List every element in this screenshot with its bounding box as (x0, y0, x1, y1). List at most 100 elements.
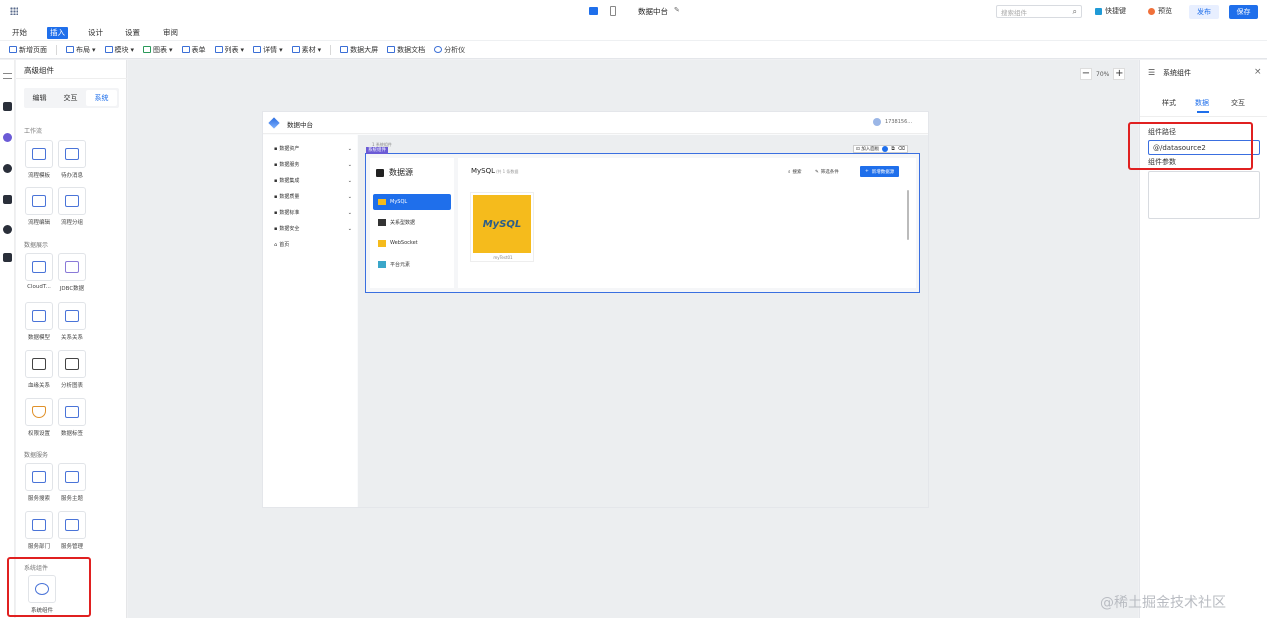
menu-item-review[interactable]: 审阅 (160, 27, 181, 39)
keyboard-icon (1095, 7, 1102, 15)
datasource-card[interactable]: MySQL myTest01 (470, 192, 534, 262)
data-icon[interactable] (3, 195, 12, 204)
component-flow-edit[interactable]: 流程编辑 (24, 187, 54, 226)
component-relation[interactable]: 关系关系 (57, 302, 87, 341)
tab-data[interactable]: 数据 (1195, 98, 1209, 108)
page-preview[interactable]: 数据中台 1738156... ▪ 数据资产 ⌄ ▪ 数据服务 ⌄ ▪ 数据集成 ⌄ ▪ 数据… (262, 111, 929, 508)
menu-item-insert[interactable]: 插入 (47, 27, 68, 39)
preview-header: 数据中台 1738156... (263, 112, 928, 134)
zoom-out-button[interactable]: − (1080, 68, 1092, 80)
component-params-textarea[interactable] (1148, 171, 1260, 219)
toolbar-form[interactable]: 表单 (181, 45, 206, 55)
chart-icon[interactable] (3, 164, 12, 173)
desktop-view-icon[interactable] (589, 7, 598, 15)
new-button-label: 新增数据源 (871, 169, 895, 175)
delete-icon[interactable]: ⌫ (898, 146, 905, 152)
mobile-view-icon[interactable] (610, 6, 616, 16)
nav-item[interactable]: ▪ 数据资产 ⌄ (274, 145, 352, 153)
panel-type-icon: ☰ (1148, 68, 1156, 77)
component-service-dept[interactable]: 服务部门 (24, 511, 54, 550)
component-service-theme[interactable]: 服务主题 (57, 463, 87, 502)
component-flow-group[interactable]: 流程分组 (57, 187, 87, 226)
source-item-websocket[interactable]: WebSocket (373, 236, 451, 250)
collapse-menu-icon[interactable] (3, 73, 12, 79)
close-icon[interactable]: × (1254, 67, 1262, 77)
source-item-mysql[interactable]: MySQL (373, 194, 451, 210)
websocket-icon (378, 239, 386, 247)
material-icon (291, 46, 300, 53)
edit-title-icon[interactable]: ✎ (674, 6, 680, 14)
component-permission[interactable]: 权限设置 (24, 398, 54, 437)
menu-item-settings[interactable]: 设置 (122, 27, 143, 39)
main-count: /共 1 条数据 (496, 169, 519, 174)
preview-button[interactable]: 预览 (1148, 6, 1172, 16)
new-datasource-button[interactable]: + 新增数据源 (860, 166, 900, 177)
nav-item[interactable]: ▪ 数据集成 ⌄ (274, 177, 352, 185)
component-data-model[interactable]: 数据模型 (24, 302, 54, 341)
component-label: CloudT... (27, 284, 51, 290)
menu-item-start[interactable]: 开始 (9, 27, 30, 39)
module-icon[interactable] (3, 133, 12, 142)
apps-grid-icon[interactable] (10, 7, 18, 15)
toolbar-module[interactable]: 模块 ▾ (104, 45, 134, 55)
nav-item[interactable]: ▪ 数据服务 ⌄ (274, 161, 352, 169)
chevron-down-icon: ⌄ (347, 145, 352, 152)
folder-icon: ▪ (274, 193, 278, 200)
toolbar-big-screen[interactable]: 数据大屏 (340, 45, 378, 55)
publish-button[interactable]: 发布 (1189, 5, 1219, 19)
toolbar-detail[interactable]: 详情 ▾ (253, 45, 283, 55)
toolbar-analyzer[interactable]: 分析仪 (434, 45, 465, 55)
move-icon[interactable]: ⊡ 加入面板 (856, 146, 879, 152)
nav-item[interactable]: ▪ 数据安全 ⌄ (274, 225, 352, 233)
search-input[interactable]: 搜索组件 ⌕ (996, 5, 1082, 18)
search-button[interactable]: ⌕ 搜索 (788, 169, 802, 175)
toolbar-divider (330, 44, 332, 55)
component-data-tag[interactable]: 数据标签 (57, 398, 87, 437)
chevron-down-icon: ▾ (240, 45, 245, 54)
tab-system[interactable]: 系统 (86, 90, 117, 106)
nav-item[interactable]: ▪ 数据质量 ⌄ (274, 193, 352, 201)
analyzer-icon (434, 46, 443, 53)
selected-system-component[interactable]: 系统组件 1 系统组件 ⊡ 加入面板 ⧉ ⌫ 数据源 MySQL 关系型数据 W… (365, 142, 920, 293)
save-button[interactable]: 保存 (1229, 5, 1258, 19)
source-item-platform[interactable]: 平台元素 (373, 257, 451, 271)
tab-interaction[interactable]: 交互 (1231, 98, 1245, 108)
user-avatar[interactable] (873, 118, 881, 126)
toolbar-data-doc[interactable]: 数据文档 (387, 45, 425, 55)
nav-item[interactable]: ▪ 数据标准 ⌄ (274, 209, 352, 217)
component-todo-message[interactable]: 待办消息 (57, 140, 87, 179)
component-jdbc[interactable]: JDBC数据 (57, 253, 87, 292)
component-cloudt[interactable]: CloudT... (24, 253, 54, 290)
tab-style[interactable]: 样式 (1162, 98, 1176, 108)
scrollbar[interactable] (907, 190, 909, 240)
chevron-down-icon: ▾ (279, 45, 283, 54)
source-item-relational[interactable]: 关系型数据 (373, 215, 451, 229)
toolbar-new-page[interactable]: 新增页面 (9, 45, 47, 55)
tab-edit[interactable]: 编辑 (24, 93, 55, 103)
component-analysis-chart[interactable]: 分析图表 (57, 350, 87, 389)
nav-item[interactable]: ⌂ 首页 (274, 241, 352, 249)
toolbar-material[interactable]: 素材 ▾ (291, 45, 321, 55)
zoom-control: − 70% + (1080, 68, 1126, 80)
widget-icon[interactable] (3, 225, 12, 234)
zoom-in-button[interactable]: + (1113, 68, 1126, 80)
component-lineage[interactable]: 血缘关系 (24, 350, 54, 389)
copy-icon[interactable]: ⧉ (891, 146, 895, 152)
component-label: 服务搜索 (27, 496, 50, 502)
chart-icon (143, 46, 152, 53)
component-icon[interactable] (3, 102, 12, 111)
filter-button[interactable]: ✎ 筛选条件 (815, 169, 839, 176)
component-flow-template[interactable]: 流程模板 (24, 140, 54, 179)
menu-item-design[interactable]: 设计 (85, 27, 106, 39)
component-service-search[interactable]: 服务搜索 (24, 463, 54, 502)
component-service-manage[interactable]: 服务管理 (57, 511, 87, 550)
package-icon[interactable] (3, 253, 12, 262)
toolbar-list[interactable]: 列表 ▾ (214, 45, 245, 55)
shortcut-button[interactable]: 快捷键 (1095, 6, 1126, 16)
tab-interaction[interactable]: 交互 (55, 93, 86, 103)
datasource-header: 数据源 (376, 167, 413, 178)
toolbar-chart[interactable]: 图表 ▾ (143, 45, 173, 55)
toolbar-label: 详情 (263, 45, 278, 54)
toolbar-layout[interactable]: 布局 ▾ (66, 45, 96, 55)
component-label: 服务部门 (27, 544, 50, 550)
